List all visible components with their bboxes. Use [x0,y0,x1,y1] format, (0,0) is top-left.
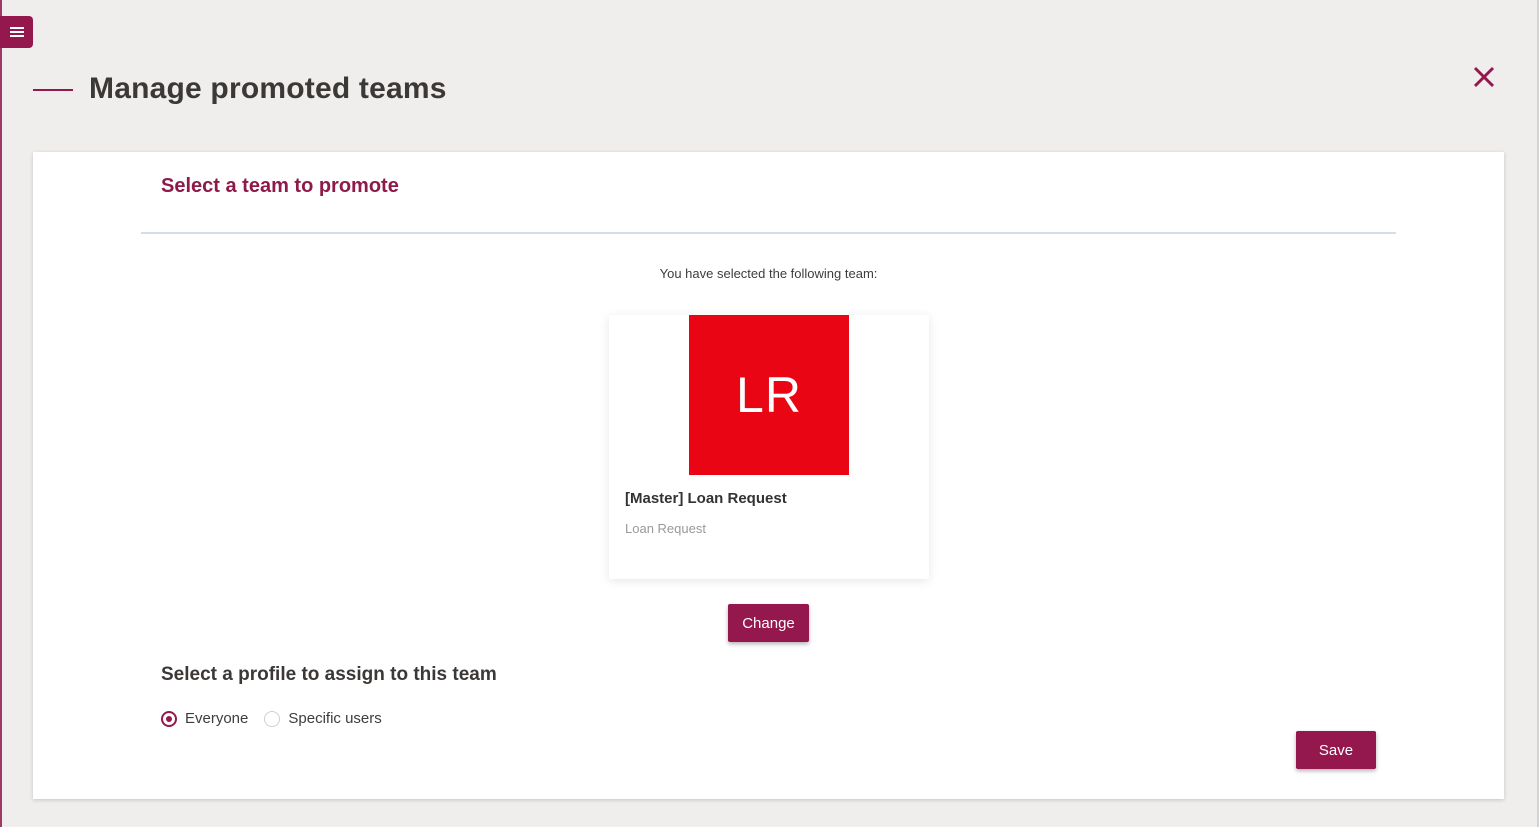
radio-everyone[interactable] [161,710,177,727]
page: Manage promoted teams Select a team to p… [0,0,1539,827]
title-accent-line [33,89,73,91]
radio-label-specific-users: Specific users [288,710,382,727]
radio-option-specific-users[interactable]: Specific users [264,710,382,727]
profile-radio-group: Everyone Specific users [161,710,382,727]
left-rail [0,0,2,827]
close-icon [1473,66,1495,88]
change-team-button[interactable]: Change [728,604,809,642]
team-name: [Master] Loan Request [625,490,787,507]
page-title: Manage promoted teams [89,72,447,105]
divider [141,232,1396,234]
radio-label-everyone: Everyone [185,710,249,727]
hamburger-menu-icon [9,27,24,37]
menu-button[interactable] [0,16,33,48]
section-title-select-team: Select a team to promote [161,175,399,197]
team-avatar: LR [689,315,849,475]
team-subtitle: Loan Request [625,521,706,536]
radio-option-everyone[interactable]: Everyone [161,710,248,727]
radio-specific-users[interactable] [264,710,281,727]
selected-team-text: You have selected the following team: [659,266,878,281]
team-initials: LR [736,367,802,423]
selected-team-tile: LR [Master] Loan Request Loan Request [609,315,929,579]
promote-team-card: Select a team to promote You have select… [33,152,1504,799]
close-button[interactable] [1470,62,1498,92]
save-button[interactable]: Save [1296,731,1376,769]
section-title-select-profile: Select a profile to assign to this team [161,664,497,685]
